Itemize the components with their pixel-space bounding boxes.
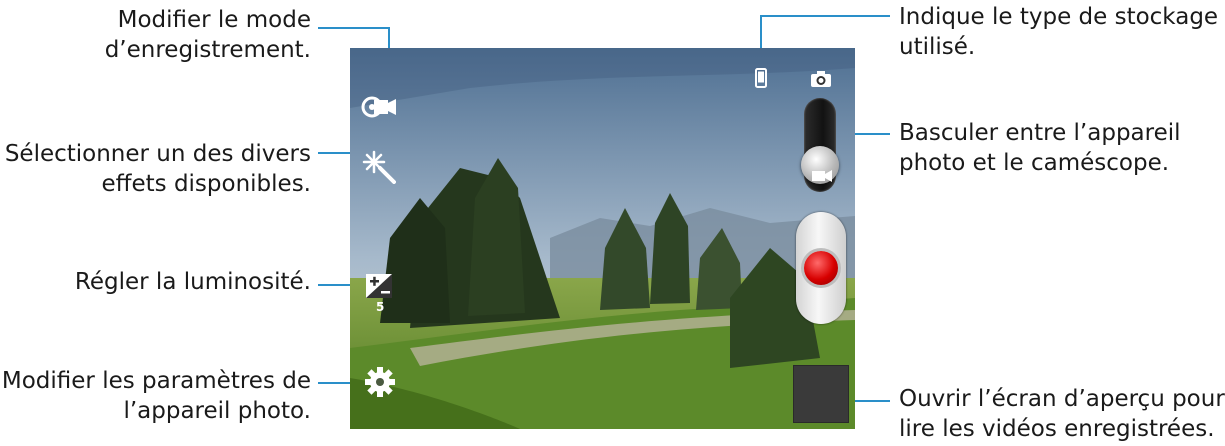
callout-recording-mode: Modifier le mode d’enregistrement. xyxy=(104,7,311,63)
leader-line-preview xyxy=(854,400,890,402)
callout-preview: Ouvrir l’écran d’aperçu pour lire les vi… xyxy=(899,386,1225,442)
record-icon xyxy=(804,251,838,285)
recording-mode-button[interactable] xyxy=(360,90,398,124)
leader-line-recording-mode xyxy=(318,27,390,29)
phone-storage-icon xyxy=(755,68,767,88)
exposure-icon xyxy=(366,274,392,298)
brightness-button[interactable] xyxy=(364,272,394,300)
storage-indicator xyxy=(755,68,767,88)
effects-button[interactable] xyxy=(362,150,396,184)
settings-button[interactable] xyxy=(364,366,396,398)
magic-wand-icon xyxy=(362,150,396,184)
gear-icon xyxy=(365,367,395,397)
preview-thumbnail[interactable] xyxy=(794,366,848,422)
video-mode-icon xyxy=(361,96,396,118)
camcorder-icon xyxy=(812,170,832,182)
callout-effects: Sélectionner un des divers effets dispon… xyxy=(4,141,311,197)
callout-settings: Modifier les paramètres de l’appareil ph… xyxy=(1,368,311,424)
camcorder-mode-label xyxy=(811,168,833,182)
camera-icon xyxy=(811,71,831,87)
callout-switch-mode: Basculer entre l’appareil photo et le ca… xyxy=(899,120,1181,176)
callout-brightness: Régler la luminosité. xyxy=(74,269,311,295)
exposure-value: 5 xyxy=(376,300,385,314)
camera-mode-label xyxy=(810,70,832,88)
record-button[interactable] xyxy=(796,212,846,324)
camera-viewfinder[interactable]: 5 xyxy=(350,48,855,429)
callout-storage: Indique le type de stockage utilisé. xyxy=(899,4,1219,60)
landscape-preview xyxy=(350,48,855,429)
leader-line-storage xyxy=(760,15,890,17)
